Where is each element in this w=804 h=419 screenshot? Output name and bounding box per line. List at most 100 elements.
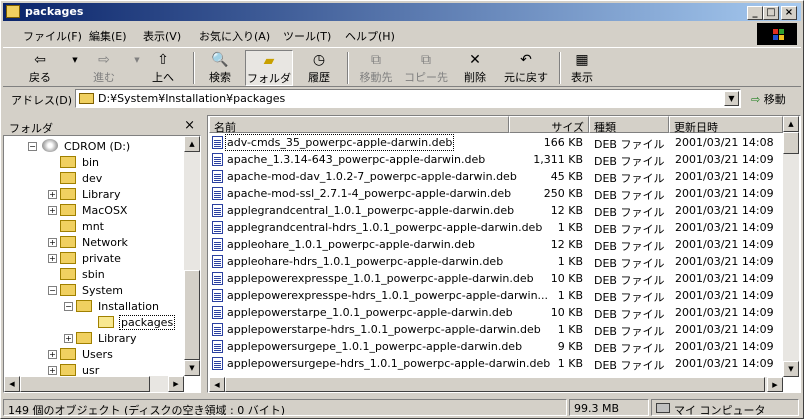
menu-help[interactable]: ヘルプ(H) — [345, 28, 395, 44]
toolbar-separator — [347, 52, 349, 84]
collapse-icon[interactable]: − — [48, 286, 57, 295]
scroll-up-button[interactable]: ▲ — [184, 136, 200, 152]
file-row[interactable]: applepowersurgepe_1.0.1_powerpc-apple-da… — [209, 338, 783, 355]
delete-button[interactable]: ✕ 削除 — [455, 50, 495, 86]
file-row[interactable]: applegrandcentral-hdrs_1.0.1_powerpc-app… — [209, 219, 783, 236]
scroll-left-button[interactable]: ◀ — [209, 377, 225, 392]
expand-icon[interactable]: + — [48, 206, 57, 215]
file-row[interactable]: applepowerexpresspe-hdrs_1.0.1_powerpc-a… — [209, 287, 783, 304]
forward-dropdown[interactable]: ▼ — [127, 50, 139, 86]
file-row[interactable]: applepowerstarpe_1.0.1_powerpc-apple-dar… — [209, 304, 783, 321]
maximize-button[interactable]: □ — [763, 6, 779, 20]
up-button[interactable]: ⇧ 上へ — [141, 50, 185, 86]
file-row[interactable]: adv-cmds_35_powerpc-apple-darwin.deb 166 … — [209, 134, 783, 151]
folder-icon — [60, 204, 76, 216]
address-path: D:¥System¥Installation¥packages — [98, 92, 286, 105]
file-row[interactable]: applepowerexpresspe_1.0.1_powerpc-apple-… — [209, 270, 783, 287]
column-name[interactable]: 名前 — [209, 116, 509, 134]
deb-file-icon — [212, 221, 223, 234]
views-button[interactable]: ▦ 表示 — [565, 50, 599, 86]
folders-pane-header: フォルダ × — [3, 117, 201, 135]
history-button[interactable]: ◷ 履歴 — [297, 50, 341, 86]
scroll-thumb[interactable] — [184, 270, 200, 360]
scroll-right-button[interactable]: ▶ — [767, 377, 783, 392]
folder-icon: ▰ — [263, 53, 275, 69]
deb-file-icon — [212, 357, 223, 370]
scroll-thumb[interactable] — [20, 376, 150, 392]
scroll-thumb[interactable] — [783, 132, 799, 154]
file-row[interactable]: appleohare_1.0.1_powerpc-apple-darwin.de… — [209, 236, 783, 253]
search-icon: 🔍 — [211, 52, 229, 68]
expand-icon[interactable]: + — [48, 366, 57, 375]
history-icon: ◷ — [312, 52, 326, 68]
file-row[interactable]: applegrandcentral_1.0.1_powerpc-apple-da… — [209, 202, 783, 219]
folder-icon — [76, 300, 92, 312]
address-input[interactable]: D:¥System¥Installation¥packages ▼ — [75, 89, 741, 108]
tree-horizontal-scrollbar[interactable]: ◀ ▶ — [4, 376, 184, 392]
expand-icon[interactable]: + — [48, 190, 57, 199]
list-horizontal-scrollbar[interactable]: ◀ ▶ — [209, 377, 783, 392]
deb-file-icon — [212, 306, 223, 319]
expand-icon[interactable]: + — [64, 334, 73, 343]
file-row[interactable]: apache-mod-dav_1.0.2-7_powerpc-apple-dar… — [209, 168, 783, 185]
folder-icon — [60, 188, 76, 200]
back-button[interactable]: ⇦ 戻る — [17, 50, 63, 86]
list-vertical-scrollbar[interactable]: ▲ ▼ — [783, 116, 799, 377]
deb-file-icon — [212, 255, 223, 268]
scroll-thumb[interactable] — [225, 377, 765, 392]
menu-view[interactable]: 表示(V) — [143, 28, 181, 44]
search-button[interactable]: 🔍 検索 — [199, 50, 241, 86]
menu-edit[interactable]: 編集(E) — [89, 28, 127, 44]
close-button[interactable]: × — [781, 6, 797, 20]
file-list: 名前 サイズ 種類 更新日時 adv-cmds_35_powerpc-apple… — [209, 116, 783, 377]
folder-icon — [60, 156, 76, 168]
move-to-button[interactable]: ⧉ 移動先 — [353, 50, 399, 86]
undo-button[interactable]: ↶ 元に戻す — [499, 50, 553, 86]
back-dropdown[interactable]: ▼ — [65, 50, 77, 86]
address-dropdown[interactable]: ▼ — [724, 91, 739, 106]
file-row[interactable]: applepowersurgepe-hdrs_1.0.1_powerpc-app… — [209, 355, 783, 372]
menu-file[interactable]: ファイル(F) — [23, 28, 82, 44]
go-arrow-icon: ⇨ — [751, 93, 761, 106]
column-size[interactable]: サイズ — [509, 116, 589, 134]
scroll-down-button[interactable]: ▼ — [783, 361, 799, 377]
undo-icon: ↶ — [520, 52, 532, 68]
folder-icon — [60, 236, 76, 248]
copy-to-button[interactable]: ⧉ コピー先 — [401, 50, 451, 86]
folder-icon — [60, 364, 76, 376]
close-pane-button[interactable]: × — [184, 118, 195, 133]
title-bar[interactable]: packages _ □ × — [3, 3, 801, 21]
column-date[interactable]: 更新日時 — [669, 116, 783, 134]
expand-icon[interactable]: + — [48, 350, 57, 359]
scroll-down-button[interactable]: ▼ — [184, 360, 200, 376]
address-bar: アドレス(D) D:¥System¥Installation¥packages … — [3, 88, 801, 110]
delete-x-icon: ✕ — [469, 52, 481, 68]
menu-tools[interactable]: ツール(T) — [283, 28, 331, 44]
forward-button[interactable]: ⇨ 進む — [81, 50, 127, 86]
deb-file-icon — [212, 323, 223, 336]
folders-button[interactable]: ▰ フォルダ — [245, 50, 293, 86]
deb-file-icon — [212, 153, 223, 166]
toolbar: ⇦ 戻る ▼ ⇨ 進む ▼ ⇧ 上へ 🔍 検索 ▰ フォルダ ◷ 履歴 ⧉ 移動… — [3, 47, 801, 87]
collapse-icon[interactable]: − — [28, 142, 37, 151]
expand-icon[interactable]: + — [48, 254, 57, 263]
file-row[interactable]: apache_1.3.14-643_powerpc-apple-darwin.d… — [209, 151, 783, 168]
folders-pane-title: フォルダ — [9, 122, 53, 135]
status-location: マイ コンピュータ — [651, 399, 799, 416]
file-row[interactable]: applepowerstarpe-hdrs_1.0.1_powerpc-appl… — [209, 321, 783, 338]
collapse-icon[interactable]: − — [64, 302, 73, 311]
folder-tree: − CDROM (D:) bin dev + Library + MacOSX mn… — [4, 136, 199, 376]
scroll-right-button[interactable]: ▶ — [168, 376, 184, 392]
tree-vertical-scrollbar[interactable]: ▲ ▼ — [184, 136, 200, 376]
go-button[interactable]: ⇨ 移動 — [751, 91, 786, 107]
file-row[interactable]: apache-mod-ssl_2.7.1-4_powerpc-apple-dar… — [209, 185, 783, 202]
windows-logo-icon — [757, 23, 797, 45]
minimize-button[interactable]: _ — [747, 6, 763, 20]
file-row[interactable]: appleohare-hdrs_1.0.1_powerpc-apple-darw… — [209, 253, 783, 270]
column-type[interactable]: 種類 — [589, 116, 669, 134]
menu-favorites[interactable]: お気に入り(A) — [199, 28, 270, 44]
back-arrow-icon: ⇦ — [34, 52, 46, 68]
expand-icon[interactable]: + — [48, 238, 57, 247]
scroll-left-button[interactable]: ◀ — [4, 376, 20, 392]
scroll-up-button[interactable]: ▲ — [783, 116, 799, 132]
